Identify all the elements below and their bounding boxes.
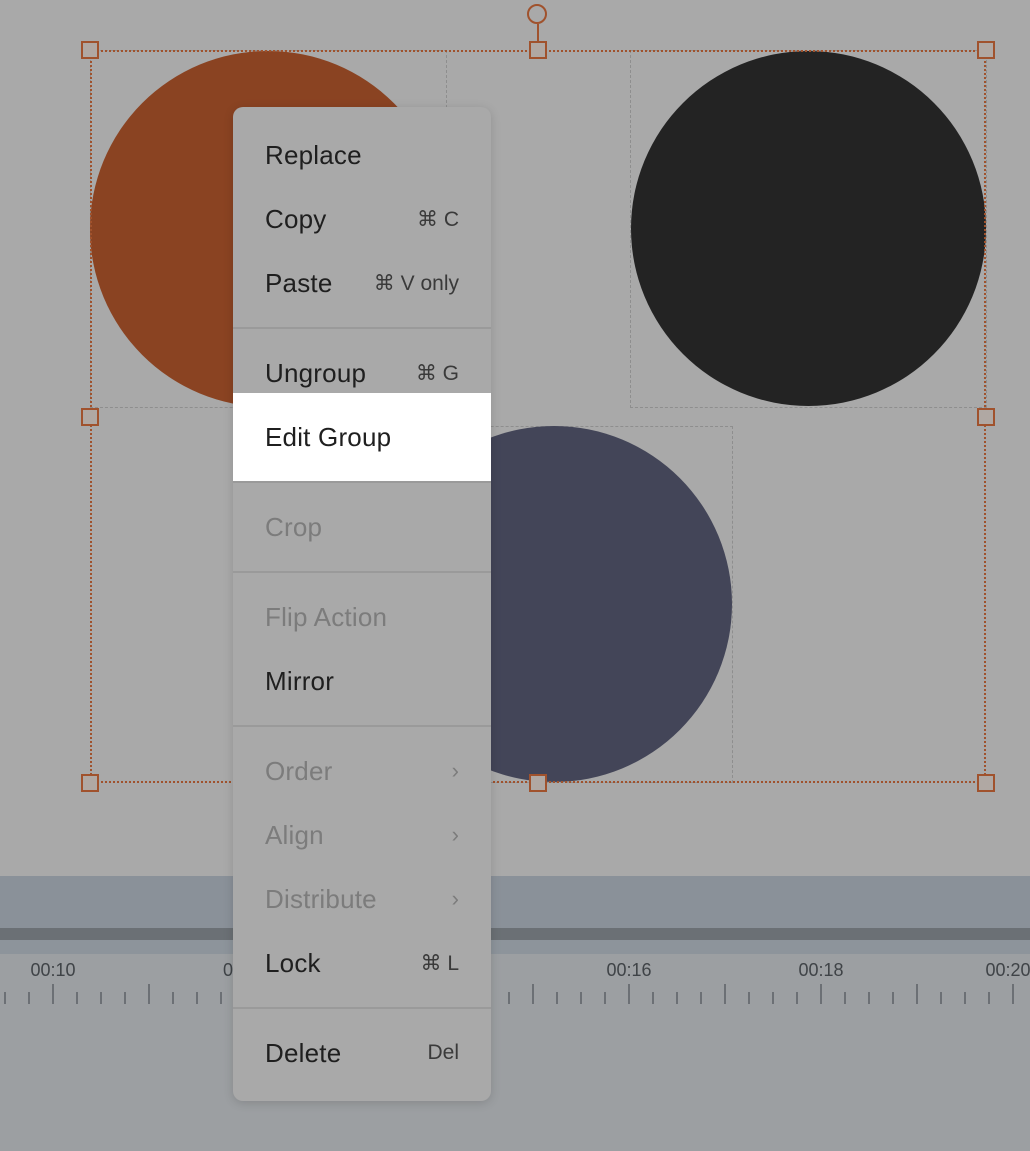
- menu-item-replace[interactable]: Replace: [233, 123, 491, 187]
- design-canvas[interactable]: [0, 0, 1030, 876]
- menu-item-label: Distribute: [265, 883, 377, 914]
- resize-handle-top[interactable]: [529, 41, 547, 59]
- context-menu: Replace Copy ⌘ C Paste ⌘ V only Ungroup …: [233, 107, 491, 1101]
- time-label: 0: [222, 960, 234, 980]
- menu-item-delete[interactable]: Delete Del: [233, 1021, 491, 1085]
- time-label: 00:16: [606, 960, 652, 980]
- menu-item-crop[interactable]: Crop: [233, 495, 491, 559]
- menu-item-label: Delete: [265, 1037, 342, 1068]
- menu-separator: [233, 1007, 491, 1009]
- timeline-strip: [0, 940, 1030, 954]
- menu-item-flip-action[interactable]: Flip Action: [233, 585, 491, 649]
- resize-handle-bottom[interactable]: [529, 774, 547, 792]
- menu-item-paste[interactable]: Paste ⌘ V only: [233, 251, 491, 315]
- menu-item-order[interactable]: Order ›: [233, 739, 491, 803]
- menu-separator: [233, 571, 491, 573]
- menu-item-distribute[interactable]: Distribute ›: [233, 867, 491, 931]
- group-selection-box[interactable]: [90, 50, 986, 783]
- timeline-ruler[interactable]: 00:10 0 00:16 00:18 00:20: [0, 954, 1030, 1151]
- time-label: 00:18: [798, 960, 844, 980]
- shortcut-hint: ⌘ C: [417, 207, 459, 231]
- menu-item-label: Replace: [265, 139, 362, 170]
- menu-item-label: Order: [265, 755, 333, 786]
- menu-item-label: Paste: [265, 267, 333, 298]
- resize-handle-left[interactable]: [81, 408, 99, 426]
- menu-item-label: Mirror: [265, 665, 335, 696]
- ruler-ticks: [4, 984, 1014, 1004]
- resize-handle-right[interactable]: [977, 408, 995, 426]
- menu-item-label: Flip Action: [265, 601, 388, 632]
- menu-item-label: Align: [265, 819, 324, 850]
- time-label: 00:20: [985, 960, 1030, 980]
- resize-handle-top-left[interactable]: [81, 41, 99, 59]
- resize-handle-top-right[interactable]: [977, 41, 995, 59]
- menu-separator: [233, 481, 491, 483]
- menu-item-align[interactable]: Align ›: [233, 803, 491, 867]
- time-label: 00:10: [30, 960, 76, 980]
- menu-item-label: Ungroup: [265, 357, 367, 388]
- resize-handle-bottom-left[interactable]: [81, 774, 99, 792]
- menu-item-copy[interactable]: Copy ⌘ C: [233, 187, 491, 251]
- menu-separator: [233, 725, 491, 727]
- chevron-right-icon: ›: [451, 758, 459, 783]
- menu-item-label: Lock: [265, 947, 321, 978]
- menu-separator: [233, 327, 491, 329]
- menu-item-edit-group[interactable]: Edit Group: [233, 393, 491, 481]
- menu-item-label: Copy: [265, 203, 327, 234]
- chevron-right-icon: ›: [451, 822, 459, 847]
- menu-item-lock[interactable]: Lock ⌘ L: [233, 931, 491, 995]
- shortcut-hint: ⌘ L: [420, 951, 459, 975]
- shortcut-hint: ⌘ V only: [373, 271, 459, 295]
- resize-handle-bottom-right[interactable]: [977, 774, 995, 792]
- chevron-right-icon: ›: [451, 886, 459, 911]
- menu-item-mirror[interactable]: Mirror: [233, 649, 491, 713]
- menu-item-label: Edit Group: [265, 421, 392, 452]
- timeline-track[interactable]: [0, 928, 1030, 940]
- rotate-connector: [537, 24, 539, 42]
- rotate-handle-icon[interactable]: [527, 4, 547, 24]
- menu-item-label: Crop: [265, 511, 323, 542]
- timeline-header: [0, 876, 1030, 928]
- shortcut-hint: ⌘ G: [415, 361, 459, 385]
- shortcut-hint: Del: [427, 1041, 459, 1064]
